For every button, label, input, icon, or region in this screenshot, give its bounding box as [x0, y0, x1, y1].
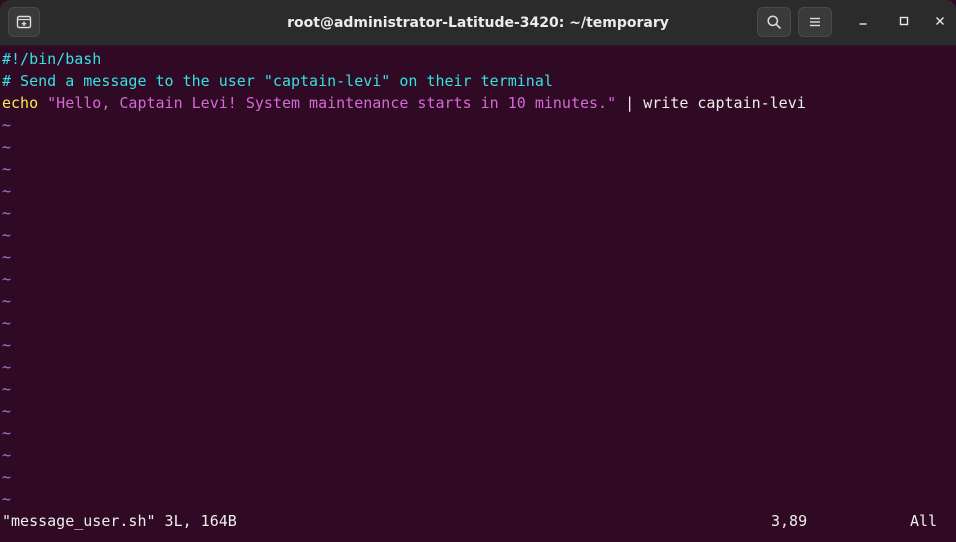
empty-line-tilde: ~	[2, 380, 12, 398]
maximize-icon	[898, 14, 910, 32]
close-icon	[934, 14, 946, 32]
maximize-button[interactable]	[892, 11, 916, 35]
search-button[interactable]	[757, 7, 791, 37]
code-line: # Send a message to the user "captain-le…	[2, 70, 553, 92]
empty-line-tilde: ~	[2, 204, 12, 222]
status-line: "message_user.sh" 3L, 164B 3,89 All	[0, 510, 956, 532]
vim-editor[interactable]: #!/bin/bash # Send a message to the user …	[0, 46, 956, 542]
empty-line-tilde: ~	[2, 314, 12, 332]
empty-line-tilde: ~	[2, 402, 12, 420]
code-token-string: "Hello, Captain Levi! System maintenance…	[47, 94, 617, 112]
close-button[interactable]	[928, 11, 952, 35]
empty-line-tilde: ~	[2, 490, 12, 508]
code-token-comment: # Send a message to the user "captain-le…	[2, 72, 553, 90]
status-cursor-position: 3,89	[771, 512, 808, 530]
empty-line-tilde: ~	[2, 358, 12, 376]
minimize-icon	[857, 14, 869, 32]
empty-line-tilde: ~	[2, 226, 12, 244]
code-token-plain: | write captain-levi	[616, 94, 806, 112]
empty-line-tilde: ~	[2, 182, 12, 200]
code-token-shebang: #!/bin/bash	[2, 50, 102, 68]
terminal-window: root@administrator-Latitude-3420: ~/temp…	[0, 0, 956, 542]
minimize-button[interactable]	[851, 11, 875, 35]
empty-line-tilde: ~	[2, 138, 12, 156]
empty-line-tilde: ~	[2, 270, 12, 288]
hamburger-menu-icon	[808, 15, 822, 29]
code-token-keyword: echo	[2, 94, 39, 112]
empty-line-tilde: ~	[2, 446, 12, 464]
empty-line-tilde: ~	[2, 292, 12, 310]
empty-line-tilde: ~	[2, 160, 12, 178]
empty-line-tilde: ~	[2, 116, 12, 134]
empty-line-tilde: ~	[2, 336, 12, 354]
empty-line-tilde: ~	[2, 248, 12, 266]
status-scroll-indicator: All	[910, 512, 938, 530]
new-tab-button[interactable]	[8, 7, 40, 37]
search-icon	[766, 14, 782, 30]
new-tab-icon	[16, 14, 32, 30]
code-line: echo "Hello, Captain Levi! System mainte…	[2, 92, 806, 114]
menu-button[interactable]	[798, 7, 832, 37]
code-line: #!/bin/bash	[2, 48, 101, 70]
empty-line-tilde: ~	[2, 468, 12, 486]
empty-line-tilde: ~	[2, 424, 12, 442]
title-bar: root@administrator-Latitude-3420: ~/temp…	[0, 0, 956, 46]
status-file-info: "message_user.sh" 3L, 164B	[2, 512, 237, 530]
